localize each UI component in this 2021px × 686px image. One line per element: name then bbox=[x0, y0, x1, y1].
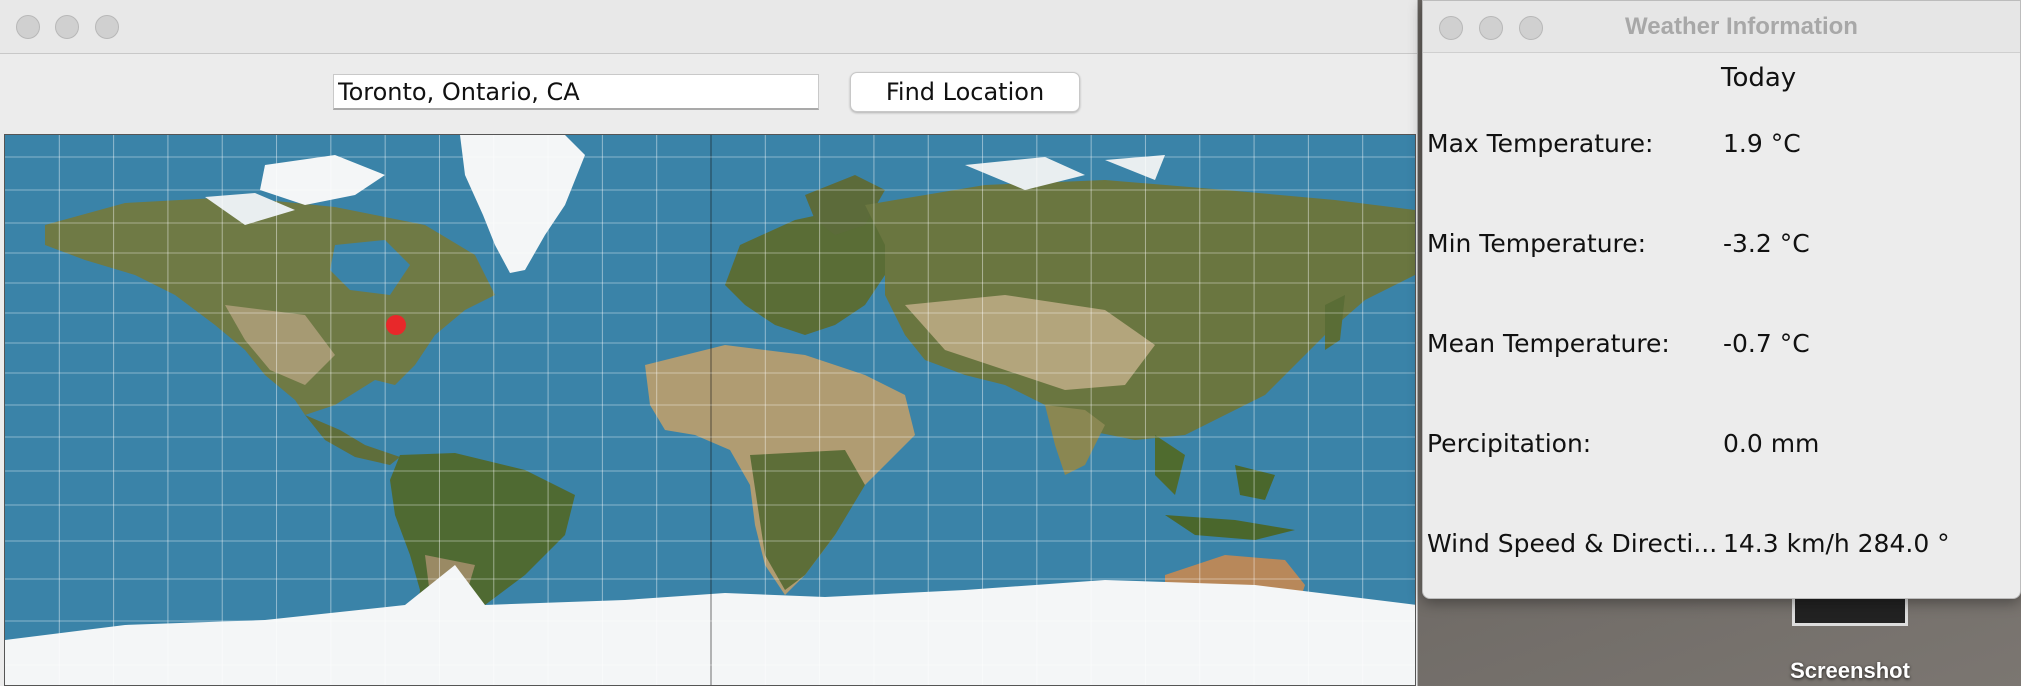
min-temperature-value: -3.2 °C bbox=[1723, 229, 1810, 258]
weather-window-title: Weather Information bbox=[1625, 13, 1858, 40]
minimize-window-button[interactable] bbox=[55, 15, 79, 39]
map-window-titlebar[interactable] bbox=[0, 0, 1417, 54]
close-window-button[interactable] bbox=[16, 15, 40, 39]
precipitation-value: 0.0 mm bbox=[1723, 429, 1820, 458]
max-temperature-label: Max Temperature: bbox=[1427, 129, 1654, 158]
mean-temperature-value: -0.7 °C bbox=[1723, 329, 1810, 358]
map-window: Find Location bbox=[0, 0, 1418, 686]
world-map[interactable] bbox=[4, 134, 1416, 686]
zoom-window-button[interactable] bbox=[95, 15, 119, 39]
min-temperature-label: Min Temperature: bbox=[1427, 229, 1647, 258]
weather-window-titlebar[interactable]: Weather Information bbox=[1423, 1, 2020, 53]
max-temperature-value: 1.9 °C bbox=[1723, 129, 1801, 158]
world-map-image bbox=[5, 135, 1415, 685]
wind-speed-direction-label: Wind Speed & Directi... bbox=[1427, 529, 1718, 558]
wind-speed-direction-value: 14.3 km/h 284.0 ° bbox=[1723, 529, 1950, 558]
today-column-header: Today bbox=[1721, 63, 1797, 93]
mean-temperature-label: Mean Temperature: bbox=[1427, 329, 1670, 358]
find-location-button[interactable]: Find Location bbox=[850, 72, 1080, 112]
location-search-input[interactable] bbox=[333, 74, 819, 110]
desktop-icon-label: Screenshot bbox=[1790, 658, 1910, 683]
location-marker bbox=[386, 315, 406, 335]
weather-information-window: Weather Information Today Max Temperatur… bbox=[1422, 0, 2021, 599]
precipitation-label: Percipitation: bbox=[1427, 429, 1592, 458]
